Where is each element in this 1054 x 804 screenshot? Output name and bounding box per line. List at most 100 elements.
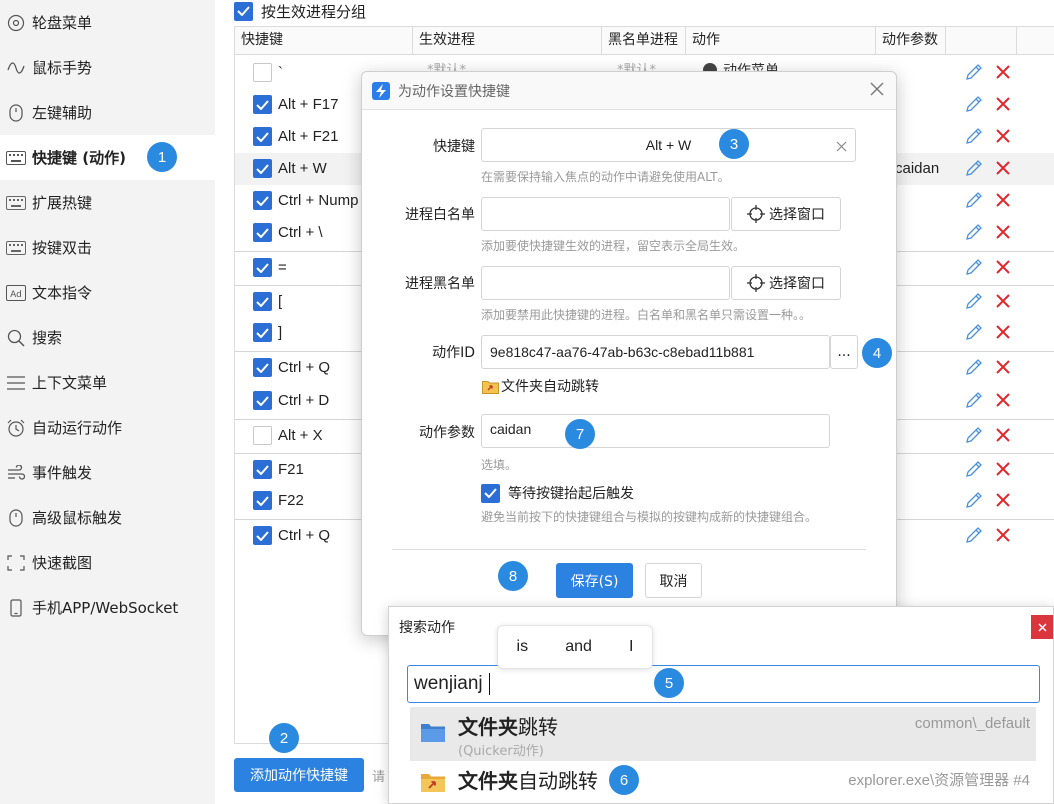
column-header-blacklist[interactable]: 黑名单进程 <box>602 27 686 55</box>
edit-icon[interactable] <box>965 323 983 345</box>
edit-icon[interactable] <box>965 391 983 413</box>
edit-icon[interactable] <box>965 258 983 280</box>
delete-icon[interactable] <box>996 65 1010 83</box>
close-icon[interactable] <box>870 82 884 100</box>
search-result-item[interactable]: 文件夹自动跳转 explorer.exe\资源管理器 #4 <box>410 761 1036 804</box>
sidebar-item-event-trigger[interactable]: 事件触发 <box>0 450 215 495</box>
sidebar-item-left-assist[interactable]: 左键辅助 <box>0 90 215 135</box>
edit-icon[interactable] <box>965 127 983 149</box>
column-header-hotkey[interactable]: 快捷键 <box>235 27 413 55</box>
menu-icon <box>6 373 26 393</box>
row-enable-checkbox[interactable] <box>253 127 272 146</box>
delete-icon[interactable] <box>996 193 1010 211</box>
search-input[interactable]: wenjianj <box>407 665 1040 703</box>
delete-icon[interactable] <box>996 260 1010 278</box>
row-enable-checkbox[interactable] <box>253 63 272 82</box>
sidebar: 轮盘菜单 鼠标手势 左键辅助 快捷键 (动作) 扩展热键 按键双击 Ad 文本指… <box>0 0 215 804</box>
delete-icon[interactable] <box>996 225 1010 243</box>
delete-icon[interactable] <box>996 129 1010 147</box>
delete-icon[interactable] <box>996 294 1010 312</box>
delete-icon[interactable] <box>996 161 1010 179</box>
row-enable-checkbox[interactable] <box>253 526 272 545</box>
whitelist-input[interactable] <box>481 197 730 231</box>
params-input[interactable]: caidan <box>481 414 830 448</box>
ime-candidate[interactable]: is <box>517 638 529 656</box>
row-enable-checkbox[interactable] <box>253 460 272 479</box>
cancel-button[interactable]: 取消 <box>645 563 702 598</box>
add-hotkey-button[interactable]: 添加动作快捷键 <box>234 758 364 792</box>
edit-icon[interactable] <box>965 159 983 181</box>
pick-window-label: 选择窗口 <box>769 276 825 292</box>
save-button[interactable]: 保存(S) <box>556 563 633 598</box>
edit-icon[interactable] <box>965 460 983 482</box>
edit-icon[interactable] <box>965 63 983 85</box>
table-header: 快捷键 生效进程 黑名单进程 动作 动作参数 <box>235 27 1054 55</box>
pick-window-button-whitelist[interactable]: 选择窗口 <box>731 197 841 231</box>
delete-icon[interactable] <box>996 393 1010 411</box>
group-by-process-checkbox[interactable] <box>234 1 253 21</box>
action-id-input[interactable]: 9e818c47-aa76-47ab-b63c-c8ebad11b881 <box>481 335 830 369</box>
edit-icon[interactable] <box>965 292 983 314</box>
row-hotkey: Ctrl + \ <box>278 224 323 241</box>
sidebar-item-label: 高级鼠标触发 <box>32 509 123 527</box>
edit-icon[interactable] <box>965 95 983 117</box>
sidebar-item-wheel-menu[interactable]: 轮盘菜单 <box>0 0 215 45</box>
row-enable-checkbox[interactable] <box>253 323 272 342</box>
wait-release-checkbox[interactable] <box>481 483 500 503</box>
edit-icon[interactable] <box>965 526 983 548</box>
set-hotkey-dialog: 为动作设置快捷键 快捷键 Alt + W 在需要保持输入焦点的动作中请避免使用A… <box>361 71 897 636</box>
sidebar-item-double-press[interactable]: 按键双击 <box>0 225 215 270</box>
edit-icon[interactable] <box>965 191 983 213</box>
edit-icon[interactable] <box>965 426 983 448</box>
wait-release-option[interactable]: 等待按键抬起后触发 <box>481 483 634 503</box>
group-by-process-toggle[interactable]: 按生效进程分组 <box>234 0 366 22</box>
clear-icon[interactable] <box>836 139 847 155</box>
column-header-action[interactable]: 动作 <box>686 27 876 55</box>
sidebar-item-auto-run[interactable]: 自动运行动作 <box>0 405 215 450</box>
ime-candidate[interactable]: I <box>629 638 633 656</box>
sidebar-item-hotkey-action[interactable]: 快捷键 (动作) <box>0 135 215 180</box>
action-name-link[interactable]: 文件夹自动跳转 <box>482 376 599 396</box>
edit-icon[interactable] <box>965 491 983 513</box>
row-enable-checkbox[interactable] <box>253 391 272 410</box>
search-result-item[interactable]: 文件夹跳转 (Quicker动作) common\_default <box>410 707 1036 761</box>
pick-window-button-blacklist[interactable]: 选择窗口 <box>731 266 841 300</box>
hotkey-input[interactable]: Alt + W <box>481 128 856 162</box>
row-enable-checkbox[interactable] <box>253 292 272 311</box>
dialog-divider <box>392 549 866 550</box>
sidebar-item-mouse-gesture[interactable]: 鼠标手势 <box>0 45 215 90</box>
sidebar-item-screenshot[interactable]: 快速截图 <box>0 540 215 585</box>
sidebar-item-text-command[interactable]: Ad 文本指令 <box>0 270 215 315</box>
row-enable-checkbox[interactable] <box>253 258 272 277</box>
sidebar-item-advanced-mouse[interactable]: 高级鼠标触发 <box>0 495 215 540</box>
sidebar-item-context-menu[interactable]: 上下文菜单 <box>0 360 215 405</box>
row-enable-checkbox[interactable] <box>253 95 272 114</box>
delete-icon[interactable] <box>996 360 1010 378</box>
ime-candidate[interactable]: and <box>565 638 592 656</box>
blacklist-input[interactable] <box>481 266 730 300</box>
delete-icon[interactable] <box>996 97 1010 115</box>
delete-icon[interactable] <box>996 462 1010 480</box>
row-enable-checkbox[interactable] <box>253 223 272 242</box>
sidebar-item-extended-hotkey[interactable]: 扩展热键 <box>0 180 215 225</box>
row-enable-checkbox[interactable] <box>253 426 272 445</box>
row-enable-checkbox[interactable] <box>253 191 272 210</box>
keyboard-icon <box>6 238 26 258</box>
edit-icon[interactable] <box>965 358 983 380</box>
delete-icon[interactable] <box>996 325 1010 343</box>
delete-icon[interactable] <box>996 528 1010 546</box>
close-icon[interactable] <box>1031 615 1053 639</box>
row-enable-checkbox[interactable] <box>253 491 272 510</box>
delete-icon[interactable] <box>996 493 1010 511</box>
browse-action-button[interactable]: ... <box>830 335 858 369</box>
sidebar-item-search[interactable]: 搜索 <box>0 315 215 360</box>
row-enable-checkbox[interactable] <box>253 159 272 178</box>
search-popup-title: 搜索动作 <box>399 620 455 636</box>
edit-icon[interactable] <box>965 223 983 245</box>
delete-icon[interactable] <box>996 428 1010 446</box>
column-header-params[interactable]: 动作参数 <box>876 27 946 55</box>
keyboard-icon <box>6 148 26 168</box>
column-header-process[interactable]: 生效进程 <box>413 27 602 55</box>
sidebar-item-mobile-app[interactable]: 手机APP/WebSocket <box>0 585 215 630</box>
row-enable-checkbox[interactable] <box>253 358 272 377</box>
